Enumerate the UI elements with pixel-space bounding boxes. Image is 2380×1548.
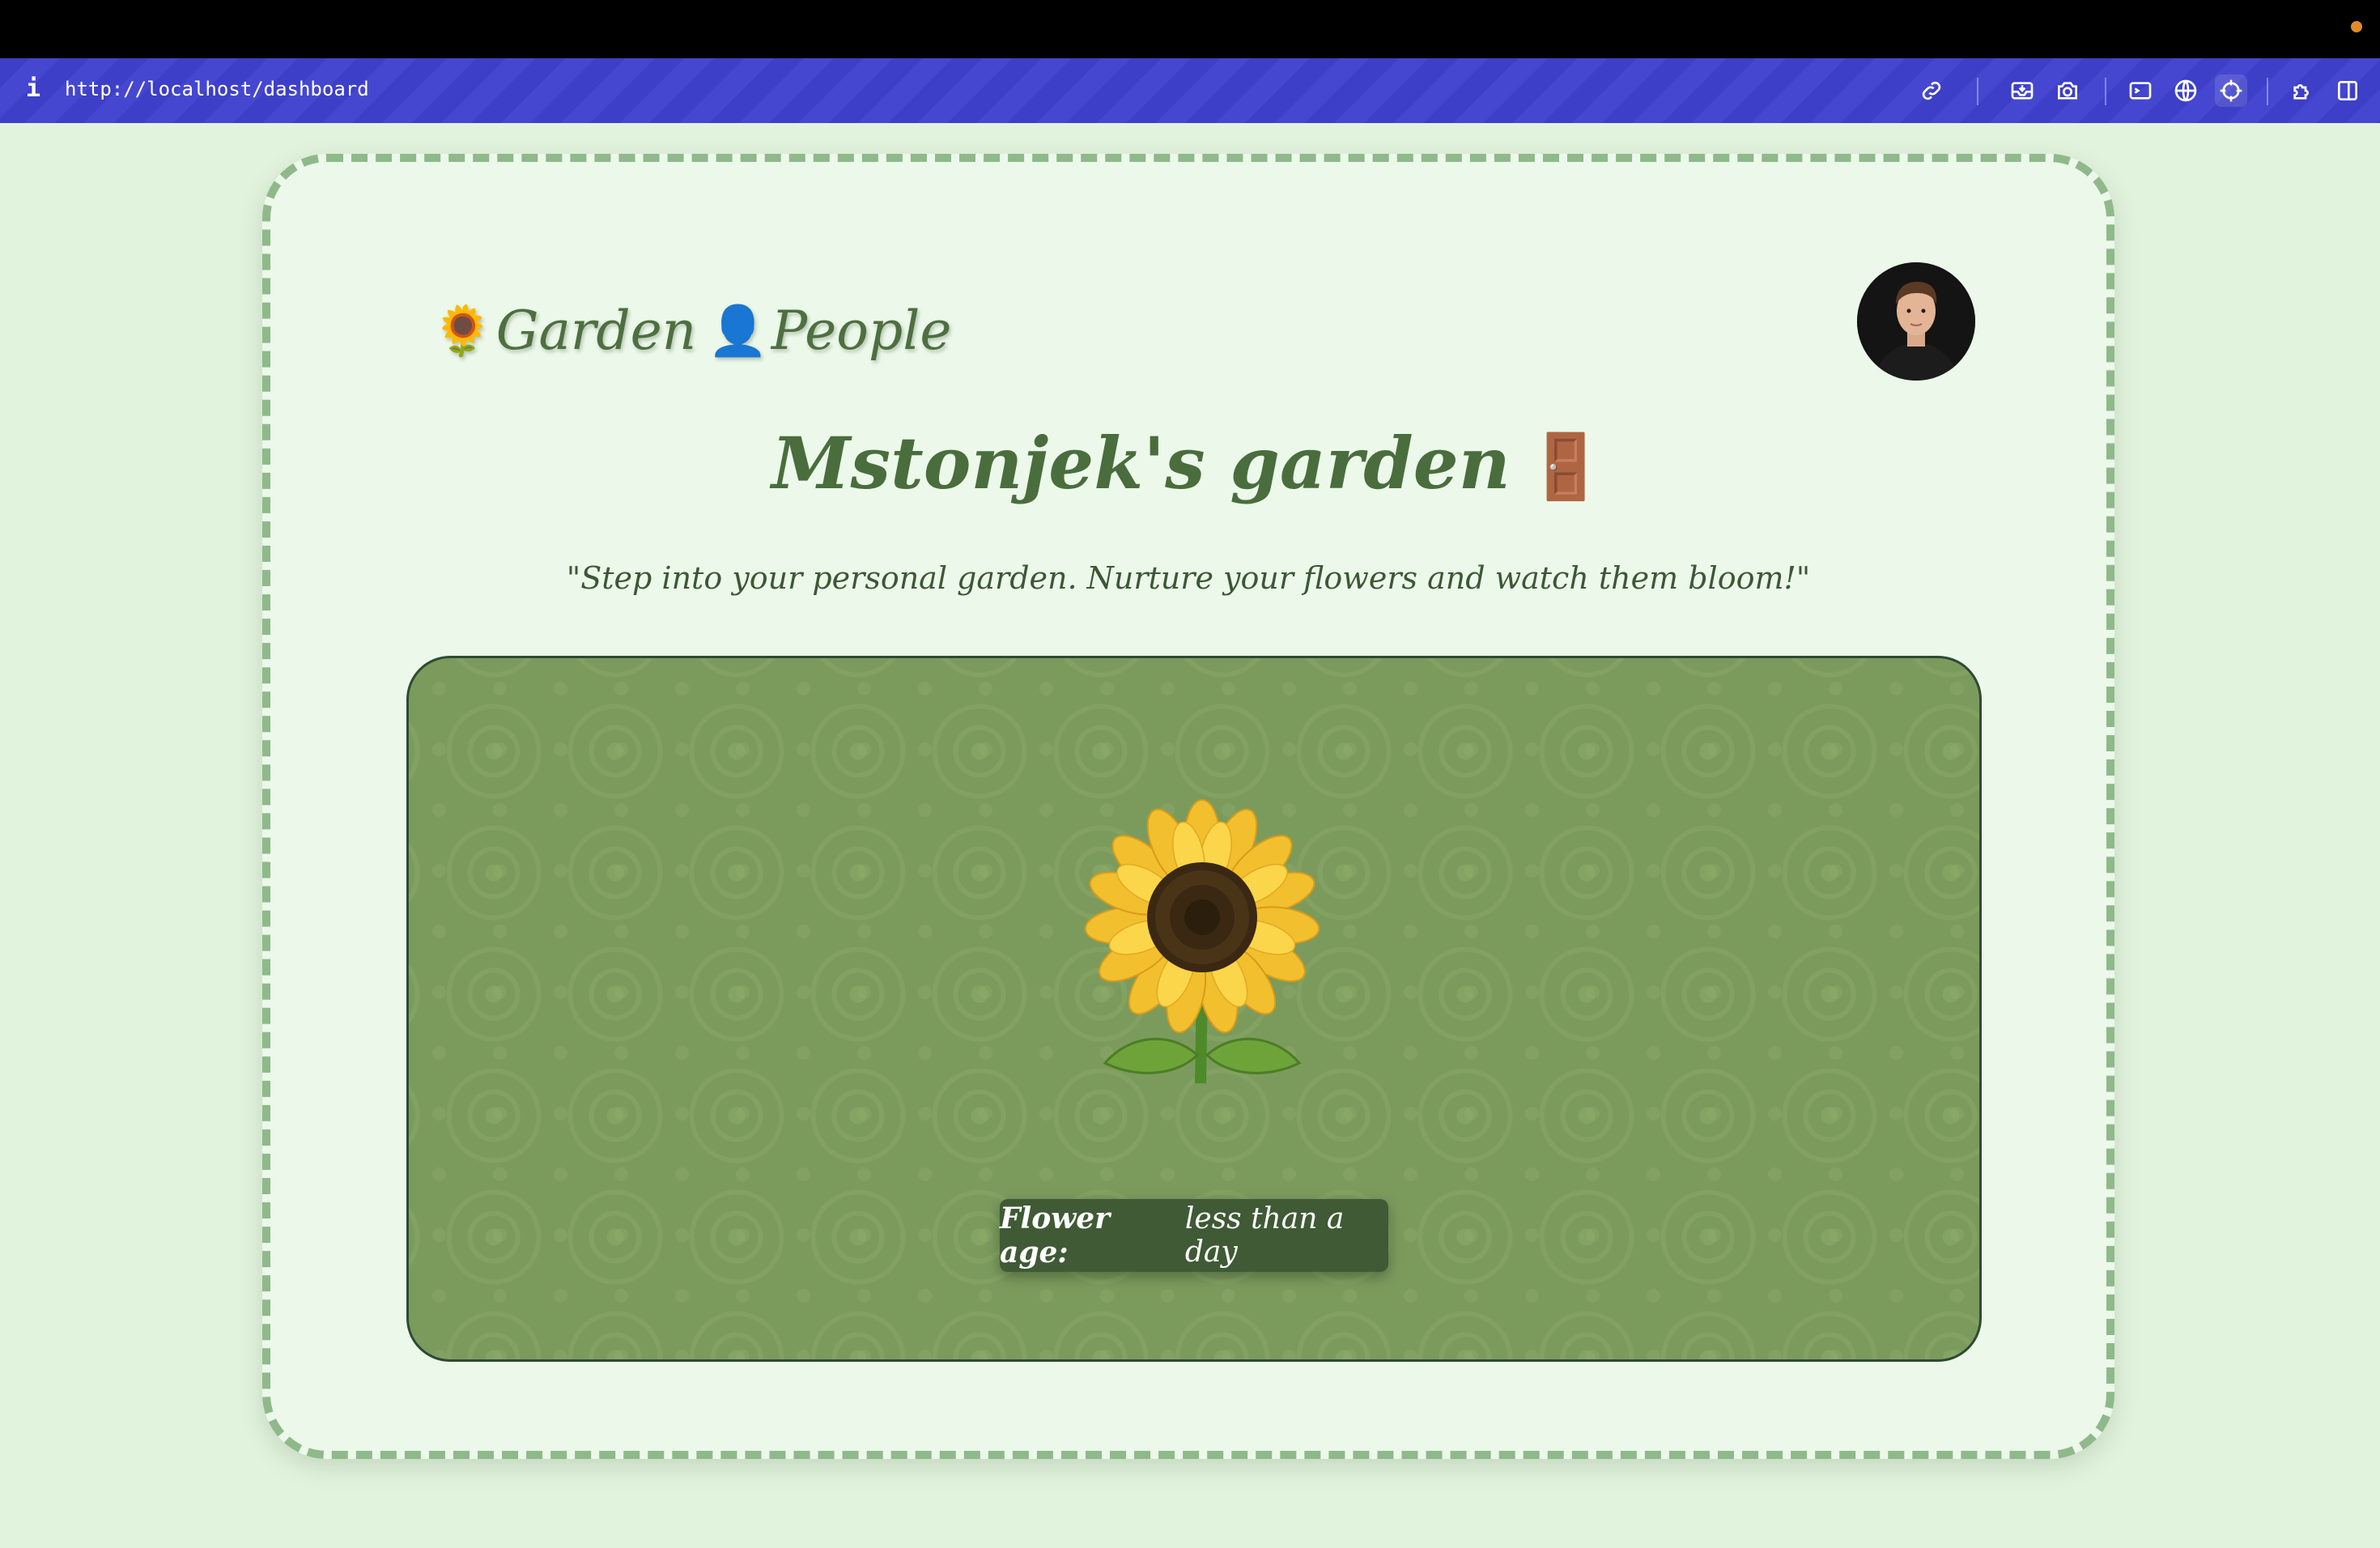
terminal-icon[interactable] xyxy=(2124,74,2157,107)
extensions-icon[interactable] xyxy=(2286,74,2318,107)
sunflower-icon[interactable] xyxy=(1073,796,1332,1087)
person-icon: 👤 xyxy=(708,303,768,359)
status-dot xyxy=(2351,21,2362,32)
garden-card: 🌻 Garden 👤 People Mstonjek's garden 🚪 "St… xyxy=(262,154,2114,1459)
toolbar-divider xyxy=(2105,78,2106,105)
link-icon[interactable] xyxy=(1915,74,1948,107)
toolbar-divider xyxy=(2267,78,2268,105)
inbox-icon[interactable] xyxy=(2006,74,2038,107)
door-icon[interactable]: 🚪 xyxy=(1527,430,1605,504)
garden-plot: Flower age: less than a day xyxy=(406,656,1982,1362)
camera-icon[interactable] xyxy=(2051,74,2084,107)
toolbar-divider xyxy=(1977,78,1978,105)
nav-garden-link[interactable]: 🌻 Garden xyxy=(432,300,696,362)
page-title-text: Mstonjek's garden xyxy=(771,421,1511,505)
page-subtitle: "Step into your personal garden. Nurture… xyxy=(566,560,1811,596)
browser-url-bar: i http://localhost/dashboard xyxy=(0,58,2380,123)
sunflower-icon: 🌻 xyxy=(432,303,493,359)
user-avatar[interactable] xyxy=(1857,262,1975,381)
split-view-icon[interactable] xyxy=(2331,74,2364,107)
nav-garden-label: Garden xyxy=(495,300,697,362)
site-info-icon[interactable]: i xyxy=(26,74,40,103)
page-title: Mstonjek's garden 🚪 xyxy=(270,421,2106,505)
avatar-photo xyxy=(1857,262,1975,381)
url-field[interactable]: http://localhost/dashboard xyxy=(65,78,369,100)
system-top-bar xyxy=(0,0,2380,58)
flower-age-badge: Flower age: less than a day xyxy=(1000,1199,1388,1272)
crosshair-icon[interactable] xyxy=(2215,74,2247,107)
nav-people-link[interactable]: 👤 People xyxy=(708,300,951,362)
flower-age-label: Flower age: xyxy=(1000,1201,1111,1269)
nav-people-label: People xyxy=(771,300,952,362)
flower-age-value: less than a day xyxy=(1184,1202,1345,1269)
globe-icon[interactable] xyxy=(2170,74,2202,107)
